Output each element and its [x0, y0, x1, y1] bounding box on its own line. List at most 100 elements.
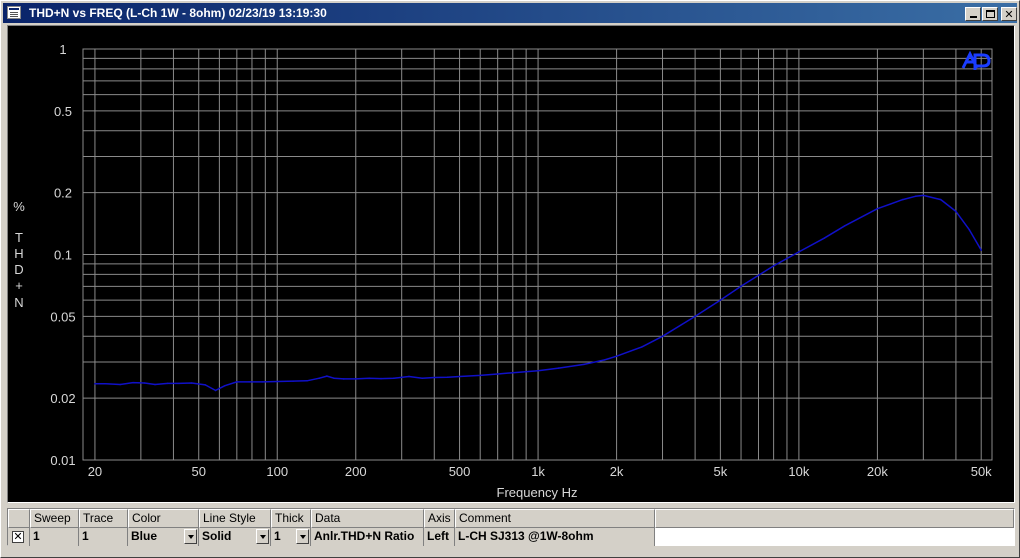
y-axis-label: % T H D + N	[13, 199, 25, 310]
data-point	[236, 381, 238, 383]
graph-window: THD+N vs FREQ (L-Ch 1W - 8ohm) 02/23/19 …	[0, 0, 1020, 558]
data-point	[166, 382, 169, 385]
minimize-button[interactable]	[965, 7, 981, 21]
window-title: THD+N vs FREQ (L-Ch 1W - 8ohm) 02/23/19 …	[29, 6, 327, 20]
data-point	[458, 375, 461, 378]
data-point	[603, 359, 606, 361]
x-tick-label: 50	[191, 464, 205, 479]
header-thick: Thick	[271, 509, 311, 528]
y-tick-label: 0.2	[54, 186, 72, 201]
data-point	[224, 384, 226, 387]
data-point	[214, 389, 217, 392]
line-style-value: Solid	[202, 529, 232, 543]
header-trace: Trace	[79, 509, 128, 528]
data-point	[292, 380, 294, 382]
x-tick-label: 5k	[714, 464, 728, 479]
x-tick-label: 50k	[971, 464, 992, 479]
data-point	[557, 367, 560, 369]
data-point	[968, 228, 971, 231]
data-point	[798, 251, 800, 253]
row-blank	[655, 528, 1014, 546]
data-point	[190, 382, 193, 384]
data-point	[421, 377, 424, 380]
data-point	[380, 377, 382, 380]
trace-legend-table: Sweep Trace Color Line Style Thick Data …	[7, 508, 1015, 546]
data-point	[955, 210, 957, 213]
thick-dropdown-icon[interactable]	[296, 529, 309, 544]
data-point	[922, 194, 925, 197]
maximize-button[interactable]	[982, 7, 998, 21]
data-point	[368, 377, 370, 380]
plot-area[interactable]: 0.01 0.02 0.05 0.1 0.2 0.5 1 20 50 100 200 500 1k 2k 5…	[7, 25, 1015, 503]
cell-axis[interactable]: Left	[424, 528, 455, 546]
data-point	[132, 381, 134, 384]
data-point	[661, 335, 664, 338]
x-tick-label: 1k	[531, 464, 545, 479]
cell-trace[interactable]: 1	[79, 528, 128, 546]
data-point	[276, 380, 279, 383]
header-blank	[655, 509, 1014, 528]
x-tick-label: 500	[449, 464, 471, 479]
y-tick-label: 0.5	[54, 104, 72, 119]
line-style-dropdown-icon[interactable]	[256, 529, 269, 544]
cell-sweep[interactable]: 1	[30, 528, 79, 546]
window-icon[interactable]	[7, 6, 21, 19]
color-value: Blue	[131, 529, 158, 543]
data-point	[178, 382, 180, 385]
data-point	[914, 195, 917, 198]
x-tick-label: 10k	[788, 464, 809, 479]
data-point	[393, 377, 395, 380]
data-point	[104, 382, 107, 385]
data-point	[154, 383, 156, 386]
x-axis-label: Frequency Hz	[497, 485, 578, 500]
data-point	[511, 371, 514, 374]
maximize-icon	[985, 10, 995, 18]
y-tick-label: 0.01	[50, 453, 75, 468]
data-point	[901, 198, 904, 201]
data-point	[354, 378, 357, 380]
header-select	[8, 509, 30, 528]
header-color: Color	[128, 509, 199, 528]
y-tick-label: 0.1	[54, 248, 72, 263]
close-button[interactable]: ✕	[1001, 7, 1017, 21]
header-line-style: Line Style	[199, 509, 271, 528]
header-data: Data	[311, 509, 424, 528]
data-point	[479, 374, 482, 377]
cell-data[interactable]: Anlr.THD+N Ratio	[311, 528, 424, 546]
color-select[interactable]: Blue	[128, 528, 199, 546]
x-tick-label: 2k	[610, 464, 624, 479]
minimize-icon	[969, 16, 977, 18]
data-point	[537, 369, 539, 372]
title-bar[interactable]: THD+N vs FREQ (L-Ch 1W - 8ohm) 02/23/19 …	[3, 3, 1017, 23]
thick-select[interactable]: 1	[271, 528, 311, 546]
color-dropdown-icon[interactable]	[184, 529, 197, 544]
data-point	[119, 383, 122, 386]
trace-enable-checkbox[interactable]: ✕	[12, 531, 24, 543]
data-point	[615, 355, 618, 357]
thd-chart: 0.01 0.02 0.05 0.1 0.2 0.5 1 20 50 100 200 500 1k 2k 5…	[13, 42, 993, 500]
data-point	[326, 375, 328, 377]
data-point	[333, 377, 335, 380]
header-comment: Comment	[455, 509, 655, 528]
data-point	[772, 265, 775, 267]
data-point	[583, 363, 585, 366]
data-point	[261, 381, 264, 383]
line-style-select[interactable]: Solid	[199, 528, 271, 546]
data-point	[980, 249, 983, 251]
y-tick-label: 0.02	[50, 391, 75, 406]
ap-logo	[961, 50, 991, 70]
data-point	[318, 377, 321, 380]
data-point	[94, 382, 96, 385]
data-point	[719, 299, 722, 301]
data-point	[408, 375, 410, 378]
data-point	[940, 198, 942, 201]
header-sweep: Sweep	[30, 509, 79, 528]
row-select-cell: ✕	[8, 528, 30, 546]
data-point	[876, 207, 879, 210]
data-point	[204, 384, 207, 386]
data-point	[844, 224, 846, 227]
cell-comment[interactable]: L-CH SJ313 @1W-8ohm	[455, 528, 655, 546]
x-tick-label: 20	[88, 464, 102, 479]
data-point	[823, 237, 825, 240]
data-point	[446, 376, 449, 378]
